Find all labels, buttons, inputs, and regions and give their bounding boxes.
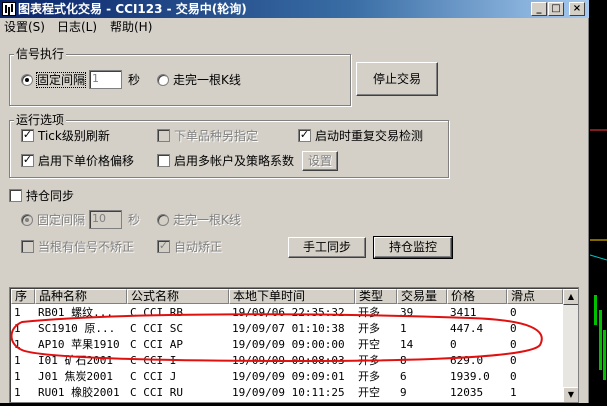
annotation-overlay: [10, 313, 543, 363]
main-window: 图表程式化交易 - CCI123 - 交易中(轮询) _ □ × 设置(S) 日…: [0, 0, 589, 403]
chart-background-strip: [589, 0, 607, 403]
chart-fragment: [589, 129, 607, 380]
red-highlight-ellipse: [10, 313, 543, 363]
